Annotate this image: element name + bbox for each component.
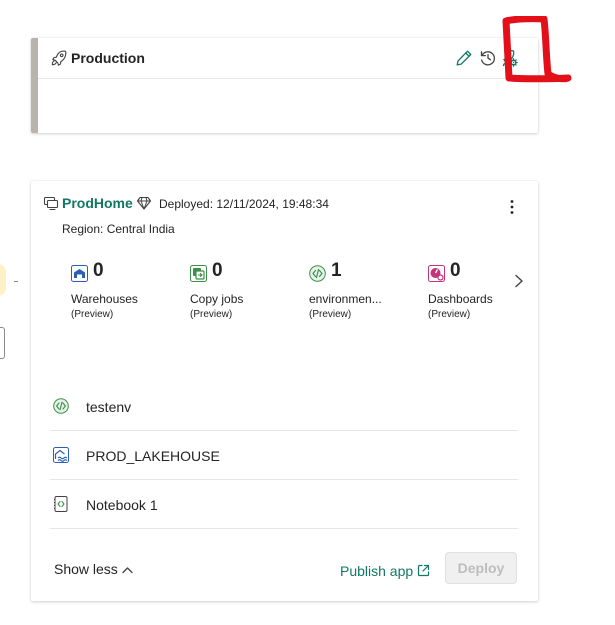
stage-title: Production bbox=[71, 50, 145, 66]
offscreen-connector bbox=[14, 281, 18, 282]
more-vertical-icon bbox=[510, 200, 514, 214]
show-less-label: Show less bbox=[54, 561, 118, 577]
list-item[interactable]: testenv bbox=[50, 382, 518, 431]
publish-app-link[interactable]: Publish app bbox=[340, 563, 430, 579]
dashboard-icon bbox=[428, 265, 445, 282]
rocket-icon bbox=[51, 50, 67, 66]
copy-job-icon bbox=[190, 265, 207, 282]
list-item-name: PROD_LAKEHOUSE bbox=[86, 448, 220, 464]
history-icon[interactable] bbox=[478, 48, 498, 68]
list-item[interactable]: PROD_LAKEHOUSE bbox=[50, 431, 518, 480]
offscreen-button[interactable] bbox=[0, 327, 5, 359]
stat-count: 0 bbox=[93, 260, 104, 281]
stat-label: Dashboards bbox=[428, 292, 493, 306]
more-options-button[interactable] bbox=[502, 197, 522, 217]
environment-icon bbox=[309, 265, 326, 282]
stat-count: 0 bbox=[450, 260, 461, 281]
edit-icon[interactable] bbox=[454, 48, 474, 68]
stat-count: 1 bbox=[331, 260, 342, 281]
warehouse-icon bbox=[71, 265, 88, 282]
workspace-items-list: testenv PROD_LAKEHOUSE Notebook 1 bbox=[50, 382, 518, 529]
workspace-header: ProdHome Deployed: 12/11/2024, 19:48:34 bbox=[43, 194, 526, 214]
workspace-icon bbox=[43, 196, 59, 211]
stat-label: environmen... bbox=[309, 292, 382, 306]
stage-actions bbox=[454, 48, 534, 68]
lakehouse-icon bbox=[53, 447, 69, 463]
list-item-name: testenv bbox=[86, 399, 132, 415]
publish-app-label: Publish app bbox=[340, 563, 414, 579]
stat-preview-tag: (Preview) bbox=[309, 309, 352, 320]
chevron-up-icon bbox=[122, 567, 133, 574]
deploy-button[interactable]: Deploy bbox=[445, 552, 517, 584]
stat-environments[interactable]: 1 environmen... (Preview) bbox=[309, 260, 419, 332]
stat-preview-tag: (Preview) bbox=[190, 309, 233, 320]
offscreen-badge bbox=[0, 264, 6, 296]
stage-header: Production bbox=[38, 38, 538, 79]
deployed-timestamp: Deployed: 12/11/2024, 19:48:34 bbox=[159, 197, 329, 211]
chevron-right-icon[interactable] bbox=[512, 273, 526, 289]
list-item-name: Notebook 1 bbox=[86, 497, 158, 513]
stat-preview-tag: (Preview) bbox=[428, 309, 471, 320]
region-label: Region: Central India bbox=[62, 222, 175, 236]
workspace-card: ProdHome Deployed: 12/11/2024, 19:48:34 … bbox=[31, 181, 538, 601]
diamond-icon bbox=[136, 196, 152, 210]
stat-label: Copy jobs bbox=[190, 292, 244, 306]
stat-label: Warehouses bbox=[71, 292, 138, 306]
open-external-icon bbox=[418, 564, 430, 577]
stage-accent-bar bbox=[31, 38, 38, 133]
stage-card: Production bbox=[31, 38, 538, 133]
item-type-stats: 0 Warehouses (Preview) 0 Copy jobs (Prev… bbox=[31, 260, 538, 332]
show-less-button[interactable]: Show less bbox=[54, 561, 133, 577]
stat-count: 0 bbox=[212, 260, 223, 281]
stat-warehouses[interactable]: 0 Warehouses (Preview) bbox=[71, 260, 181, 332]
stage-settings-icon[interactable] bbox=[500, 48, 520, 68]
list-item[interactable]: Notebook 1 bbox=[50, 480, 518, 529]
stat-preview-tag: (Preview) bbox=[71, 309, 114, 320]
notebook-icon bbox=[54, 496, 68, 512]
stat-copy-jobs[interactable]: 0 Copy jobs (Preview) bbox=[190, 260, 300, 332]
workspace-name-link[interactable]: ProdHome bbox=[62, 195, 133, 211]
environment-icon bbox=[53, 398, 69, 414]
